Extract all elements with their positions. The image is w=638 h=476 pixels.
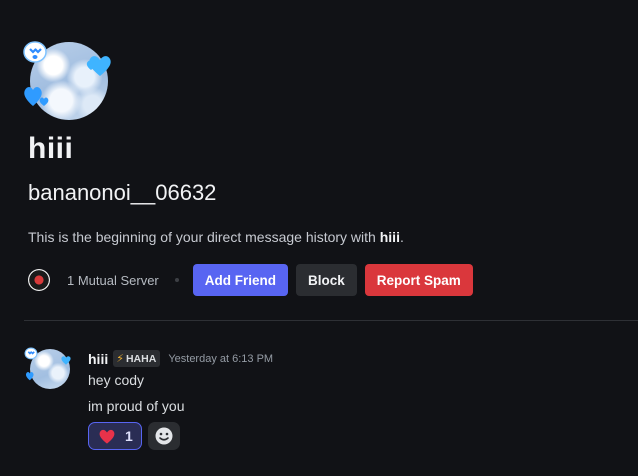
mutual-servers-link[interactable]: 1 Mutual Server — [67, 273, 159, 288]
avatar-decoration-icon — [22, 40, 48, 66]
dm-channel: hiii bananonoi__06632 This is the beginn… — [0, 0, 638, 476]
intro-suffix: . — [399, 229, 404, 245]
heart-icon — [97, 427, 117, 445]
message-header: hiii ⚡ HAHA Yesterday at 6:13 PM — [88, 350, 273, 367]
bolt-icon: ⚡ — [116, 353, 124, 365]
server-icon[interactable] — [28, 269, 50, 291]
separator-dot — [174, 278, 179, 282]
profile-actions: 1 Mutual Server Add Friend Block Report … — [28, 264, 481, 296]
dm-intro-text: This is the beginning of your direct mes… — [28, 229, 404, 245]
heart-icon — [86, 52, 114, 78]
reactions-bar: 1 — [88, 422, 180, 450]
heart-icon — [22, 80, 52, 110]
clan-tag[interactable]: ⚡ HAHA — [113, 350, 161, 367]
message-line: im proud of you — [88, 398, 185, 414]
clan-tag-label: HAHA — [125, 352, 157, 365]
add-reaction-button[interactable] — [147, 422, 180, 450]
divider — [24, 320, 638, 321]
block-button[interactable]: Block — [296, 264, 357, 296]
intro-name: hiii — [379, 229, 400, 245]
intro-prefix: This is the beginning of your direct mes… — [28, 229, 380, 245]
reaction-count: 1 — [125, 428, 133, 444]
avatar-decoration-icon — [24, 347, 38, 361]
message-timestamp: Yesterday at 6:13 PM — [168, 352, 274, 365]
message-line: hey cody — [88, 372, 145, 388]
add-reaction-icon — [155, 427, 173, 445]
message-author[interactable]: hiii — [88, 351, 108, 367]
heart-icon — [25, 369, 38, 382]
report-spam-button[interactable]: Report Spam — [364, 264, 473, 296]
add-friend-button[interactable]: Add Friend — [192, 264, 289, 296]
heart-reaction-button[interactable]: 1 — [88, 422, 142, 450]
heart-icon — [60, 354, 72, 366]
profile-display-name: hiii — [28, 132, 74, 165]
profile-username: bananonoi__06632 — [28, 180, 217, 205]
